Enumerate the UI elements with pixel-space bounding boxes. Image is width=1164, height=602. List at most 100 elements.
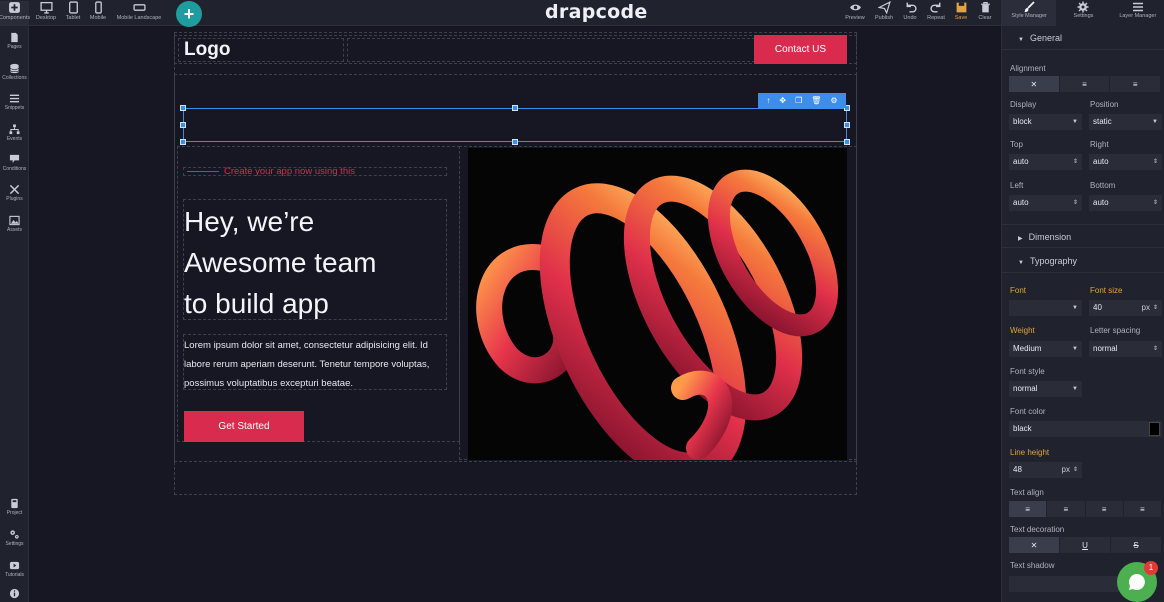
preview-button[interactable]: Preview [842, 1, 868, 25]
desktop-icon [39, 1, 53, 14]
right-input[interactable]: auto ⇕ [1089, 154, 1162, 170]
navbar-logo-text[interactable]: Logo [184, 39, 230, 61]
font-size-unit[interactable]: px [1142, 300, 1150, 316]
get-started-button[interactable]: Get Started [184, 411, 304, 442]
selected-element-outline[interactable] [183, 108, 847, 142]
text-decoration-underline-option[interactable]: U [1060, 537, 1111, 553]
caret-right-icon: ▶ [1018, 236, 1023, 242]
chat-icon [1128, 573, 1145, 590]
text-align-left-option[interactable]: ≡ [1009, 501, 1048, 517]
hero-title[interactable]: Hey, we’re Awesome team to build app [184, 201, 446, 324]
text-shadow-label: Text shadow [1010, 561, 1055, 570]
sidebar-item-settings[interactable]: Settings [0, 529, 29, 548]
text-align-right-option[interactable]: ≡ [1086, 501, 1124, 517]
gear-icon[interactable]: ⚙ [830, 93, 837, 108]
publish-label: Publish [874, 15, 894, 21]
tab-settings-label: Settings [1073, 13, 1094, 19]
contact-us-button[interactable]: Contact US [754, 35, 847, 64]
resize-handle-bottom-left[interactable] [180, 139, 186, 145]
sidebar-item-events[interactable]: Events [0, 124, 29, 143]
tab-settings[interactable]: Settings [1056, 0, 1110, 26]
sidebar-item-info[interactable] [0, 588, 29, 599]
text-decoration-none-option[interactable]: ✕ [1009, 537, 1060, 553]
add-element-button[interactable]: + [176, 1, 202, 27]
align-right-option[interactable]: ≡ [1110, 76, 1162, 92]
style-panel: Style Manager Settings Layer Manager ▼ Ge… [1001, 0, 1164, 602]
resize-handle-right[interactable] [844, 122, 850, 128]
sidebar-item-project[interactable]: Project [0, 498, 29, 517]
hero-tagline[interactable]: Create your app now using this [224, 166, 355, 177]
resize-handle-bottom[interactable] [512, 139, 518, 145]
sidebar-item-tutorials[interactable]: Tutorials [0, 560, 29, 579]
align-none-option[interactable]: ✕ [1009, 76, 1060, 92]
top-input[interactable]: auto ⇕ [1009, 154, 1082, 170]
text-decoration-strike-option[interactable]: S [1111, 537, 1162, 553]
sidebar-item-pages[interactable]: Pages [0, 32, 29, 51]
undo-button[interactable]: Undo [899, 1, 921, 25]
font-color-swatch[interactable] [1149, 422, 1160, 436]
components-tab[interactable]: Components [0, 1, 31, 25]
stepper-icon: ⇕ [1072, 467, 1078, 473]
repeat-button[interactable]: Repeat [924, 1, 948, 25]
device-desktop[interactable]: Desktop [34, 1, 58, 25]
sidebar-item-plugins[interactable]: Plugins [0, 184, 29, 203]
resize-handle-top-left[interactable] [180, 105, 186, 111]
device-mobile[interactable]: Mobile [88, 1, 108, 25]
bottom-input[interactable]: auto ⇕ [1089, 195, 1162, 211]
send-icon [877, 1, 891, 14]
arrow-up-icon[interactable]: ↑ [766, 93, 770, 108]
text-align-justify-option[interactable]: ≡ [1124, 501, 1162, 517]
delete-icon[interactable]: 🗑 [811, 93, 821, 108]
position-select[interactable]: static ▼ [1089, 114, 1162, 130]
sidebar-item-conditions-label: Conditions [2, 166, 27, 172]
sidebar-item-collections[interactable]: Collections [0, 63, 29, 82]
text-align-center-option[interactable]: ≡ [1047, 501, 1086, 517]
resize-handle-bottom-right[interactable] [844, 139, 850, 145]
device-tablet[interactable]: Tablet [63, 1, 83, 25]
line-height-input[interactable]: 48 px ⇕ [1009, 462, 1082, 478]
resize-handle-top[interactable] [512, 105, 518, 111]
tab-style-manager[interactable]: Style Manager [1002, 0, 1057, 26]
device-mobile-landscape[interactable]: Mobile Landscape [114, 1, 164, 25]
section-dimension-header[interactable]: ▶ Dimension [1002, 224, 1164, 248]
preview-label: Preview [845, 15, 865, 21]
stepper-icon: ⇕ [1072, 159, 1078, 165]
move-icon[interactable]: ✥ [779, 93, 786, 108]
save-icon [956, 2, 966, 13]
align-left-option[interactable]: ≡ [1060, 76, 1111, 92]
sidebar-item-assets[interactable]: Assets [0, 215, 29, 234]
sidebar-item-snippets[interactable]: Snippets [0, 93, 29, 112]
letter-spacing-input[interactable]: normal ⇕ [1089, 341, 1162, 357]
hero-title-line-2: Awesome team [184, 247, 377, 278]
section-general-header[interactable]: ▼ General [1002, 26, 1164, 50]
navbar-menu-outline[interactable] [347, 38, 755, 62]
tutorials-icon [9, 561, 20, 570]
right-value: auto [1093, 157, 1109, 166]
font-size-input[interactable]: 40 px ⇕ [1089, 300, 1162, 316]
save-button[interactable]: Save [951, 1, 971, 25]
components-tab-label: Components [0, 15, 31, 21]
weight-label: Weight [1010, 326, 1035, 335]
left-input[interactable]: auto ⇕ [1009, 195, 1082, 211]
copy-icon[interactable]: ❐ [795, 93, 802, 108]
text-shadow-input[interactable] [1009, 576, 1119, 592]
font-style-select[interactable]: normal ▼ [1009, 381, 1082, 397]
sidebar-item-settings-label: Settings [5, 541, 24, 547]
font-color-input[interactable]: black [1009, 421, 1162, 437]
weight-value: Medium [1013, 344, 1042, 353]
device-mobile-landscape-label: Mobile Landscape [116, 15, 162, 21]
line-height-unit[interactable]: px [1062, 462, 1070, 478]
section-typography-header[interactable]: ▼ Typography [1002, 249, 1164, 273]
publish-button[interactable]: Publish [872, 1, 896, 25]
font-label: Font [1010, 286, 1027, 295]
resize-handle-left[interactable] [180, 122, 186, 128]
hero-image[interactable] [468, 148, 847, 460]
sidebar-item-snippets-label: Snippets [4, 105, 25, 111]
hero-paragraph[interactable]: Lorem ipsum dolor sit amet, consectetur … [184, 336, 450, 393]
font-select[interactable]: ▼ [1009, 300, 1082, 316]
display-select[interactable]: block ▼ [1009, 114, 1082, 130]
tab-layer-manager[interactable]: Layer Manager [1111, 0, 1164, 26]
clear-button[interactable]: Clear [974, 1, 996, 25]
weight-select[interactable]: Medium ▼ [1009, 341, 1082, 357]
sidebar-item-conditions[interactable]: Conditions [0, 154, 29, 173]
